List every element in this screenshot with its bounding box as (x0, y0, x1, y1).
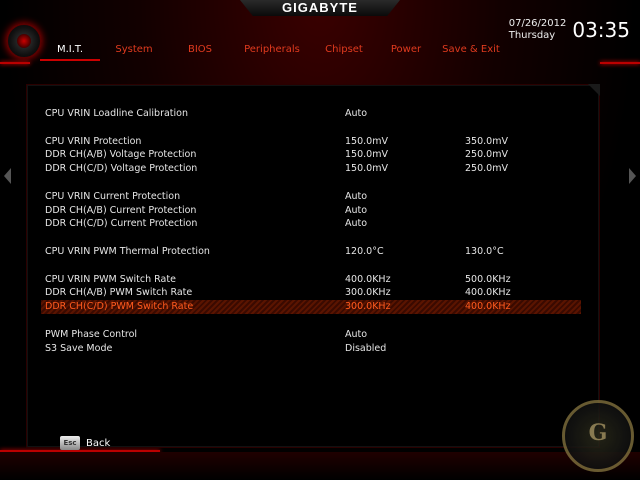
gigabyte-emblem-icon (6, 23, 42, 59)
frame-stripe (0, 62, 30, 64)
setting-value-2[interactable]: 130.0°C (465, 245, 504, 259)
tab-bios[interactable]: BIOS (168, 44, 232, 61)
row-spacer (45, 259, 585, 273)
setting-value[interactable]: 120.0°C (345, 245, 384, 259)
frame-stripe (600, 62, 640, 64)
settings-panel: CPU VRIN Loadline Calibration Auto CPU VRI… (26, 84, 600, 448)
setting-label: CPU VRIN Loadline Calibration (45, 108, 189, 119)
setting-label: PWM Phase Control (45, 328, 138, 340)
scroll-left-arrow-icon[interactable] (4, 168, 11, 184)
tab-power[interactable]: Power (376, 44, 436, 61)
setting-label: DDR CH(A/B) Voltage Protection (45, 149, 197, 161)
panel-corner (588, 84, 600, 96)
setting-value[interactable]: Disabled (345, 342, 386, 356)
bottom-bar (0, 452, 640, 480)
tab-system[interactable]: System (100, 44, 168, 61)
setting-row[interactable]: S3 Save Mode Disabled (45, 342, 585, 356)
setting-value-2[interactable]: 500.0KHz (465, 273, 511, 287)
date-block: 07/26/2012 Thursday (509, 18, 567, 42)
setting-value[interactable]: 300.0KHz (345, 300, 391, 314)
setting-value[interactable]: Auto (345, 217, 367, 231)
tab-chipset[interactable]: Chipset (312, 44, 376, 61)
setting-value[interactable]: 400.0KHz (345, 273, 391, 287)
date: 07/26/2012 (508, 18, 567, 29)
setting-value[interactable]: Auto (345, 204, 367, 218)
setting-label: DDR CH(C/D) Current Protection (45, 218, 198, 230)
setting-row[interactable]: PWM Phase Control Auto (45, 328, 585, 342)
setting-row[interactable]: CPU VRIN PWM Switch Rate 400.0KHz 500.0KHz (45, 273, 585, 287)
setting-value[interactable]: Auto (345, 328, 367, 342)
watermark-logo: G (562, 400, 634, 472)
setting-label: CPU VRIN PWM Thermal Protection (45, 245, 210, 257)
setting-label: DDR CH(C/D) Voltage Protection (45, 163, 198, 175)
row-spacer (45, 314, 585, 328)
setting-label: DDR CH(A/B) Current Protection (45, 204, 197, 216)
weekday: Thursday (508, 30, 556, 41)
datetime: 07/26/2012 Thursday 03:35 (509, 18, 630, 42)
setting-label: CPU VRIN Protection (45, 135, 142, 147)
setting-label: CPU VRIN Current Protection (45, 190, 181, 202)
setting-row[interactable]: DDR CH(C/D) Voltage Protection 150.0mV 250… (45, 162, 585, 176)
setting-label: DDR CH(C/D) PWM Switch Rate (45, 301, 194, 313)
setting-label: S3 Save Mode (45, 342, 113, 354)
row-spacer (45, 121, 585, 135)
back-label: Back (86, 437, 111, 449)
row-spacer (45, 176, 585, 190)
setting-value-2[interactable]: 250.0mV (465, 148, 508, 162)
setting-row[interactable]: CPU VRIN Loadline Calibration Auto (45, 107, 585, 121)
setting-row[interactable]: CPU VRIN PWM Thermal Protection 120.0°C 13… (45, 245, 585, 259)
setting-row[interactable]: DDR CH(C/D) PWM Switch Rate 300.0KHz 400.0… (41, 300, 581, 314)
clock: 03:35 (572, 18, 630, 42)
tab-save-exit[interactable]: Save & Exit (436, 44, 506, 61)
main-nav: M.I.T. System BIOS Peripherals Chipset P… (40, 44, 506, 61)
setting-row[interactable]: DDR CH(A/B) PWM Switch Rate 300.0KHz 400.0… (45, 286, 585, 300)
setting-value-2[interactable]: 350.0mV (465, 135, 508, 149)
scroll-right-arrow-icon[interactable] (629, 168, 636, 184)
row-spacer (45, 231, 585, 245)
setting-value[interactable]: 150.0mV (345, 148, 388, 162)
setting-value[interactable]: 150.0mV (345, 162, 388, 176)
setting-row[interactable]: DDR CH(A/B) Voltage Protection 150.0mV 250… (45, 148, 585, 162)
setting-row[interactable]: CPU VRIN Current Protection Auto (45, 190, 585, 204)
tab-mit[interactable]: M.I.T. (40, 44, 100, 61)
setting-value[interactable]: Auto (345, 190, 367, 204)
brand-logo: GIGABYTE (282, 0, 358, 15)
setting-value[interactable]: Auto (345, 107, 367, 121)
esc-key-icon: Esc (60, 436, 80, 450)
setting-row[interactable]: CPU VRIN Protection 150.0mV 350.0mV (45, 135, 585, 149)
setting-value[interactable]: 150.0mV (345, 135, 388, 149)
settings-list: CPU VRIN Loadline Calibration Auto CPU VRI… (41, 107, 585, 356)
setting-label: DDR CH(A/B) PWM Switch Rate (45, 287, 193, 299)
setting-value-2[interactable]: 250.0mV (465, 162, 508, 176)
setting-value-2[interactable]: 400.0KHz (465, 286, 511, 300)
tab-peripherals[interactable]: Peripherals (232, 44, 312, 61)
setting-value[interactable]: 300.0KHz (345, 286, 391, 300)
setting-value-2[interactable]: 400.0KHz (465, 300, 511, 314)
setting-row[interactable]: DDR CH(C/D) Current Protection Auto (45, 217, 585, 231)
setting-label: CPU VRIN PWM Switch Rate (45, 273, 176, 285)
back-button[interactable]: Esc Back (60, 436, 110, 450)
setting-row[interactable]: DDR CH(A/B) Current Protection Auto (45, 204, 585, 218)
